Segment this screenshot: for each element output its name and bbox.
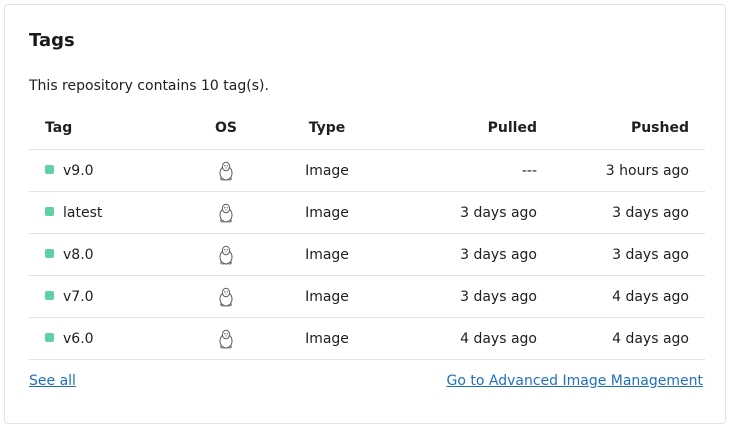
type-cell: Image [257,233,397,276]
pulled-cell: 4 days ago [397,317,537,360]
linux-penguin-icon [218,329,234,349]
tag-name[interactable]: v6.0 [63,331,94,347]
tags-panel: Tags This repository contains 10 tag(s).… [4,4,726,424]
type-cell: Image [257,191,397,234]
type-cell: Image [257,275,397,318]
table-row[interactable]: v8.0 Image 3 days ago 3 days ago [29,233,705,276]
os-cell [195,233,257,276]
linux-penguin-icon [218,161,234,181]
os-cell [195,191,257,234]
tag-status-indicator [45,248,54,258]
os-cell [195,317,257,360]
pushed-cell: 3 hours ago [537,149,705,192]
tag-status-indicator [45,290,54,300]
tag-cell[interactable]: v6.0 [29,317,195,360]
tag-cell[interactable]: latest [29,191,195,234]
os-cell [195,149,257,192]
linux-penguin-icon [218,287,234,307]
table-row[interactable]: v6.0 Image 4 days ago 4 days ago [29,317,705,360]
tag-cell[interactable]: v8.0 [29,233,195,276]
tags-table: Tag OS Type Pulled Pushed v9.0 Image --- 3 … [29,107,705,360]
column-header-tag: Tag [29,107,195,150]
tag-cell[interactable]: v9.0 [29,149,195,192]
pulled-cell: --- [397,149,537,192]
pushed-cell: 3 days ago [537,233,705,276]
tag-status-indicator [45,164,54,174]
type-cell: Image [257,149,397,192]
pushed-cell: 3 days ago [537,191,705,234]
advanced-image-management-link[interactable]: Go to Advanced Image Management [447,373,704,389]
tag-name[interactable]: v7.0 [63,289,94,305]
tag-status-indicator [45,332,54,342]
table-row[interactable]: v9.0 Image --- 3 hours ago [29,149,705,192]
column-header-type: Type [257,107,397,150]
linux-penguin-icon [218,245,234,265]
pushed-cell: 4 days ago [537,317,705,360]
tag-name[interactable]: v8.0 [63,247,94,263]
tag-status-indicator [45,206,54,216]
panel-title: Tags [29,30,75,51]
tag-name[interactable]: v9.0 [63,163,94,179]
table-row[interactable]: v7.0 Image 3 days ago 4 days ago [29,275,705,318]
os-cell [195,275,257,318]
type-cell: Image [257,317,397,360]
column-header-os: OS [195,107,257,150]
pulled-cell: 3 days ago [397,233,537,276]
column-header-pulled: Pulled [397,107,537,150]
table-row[interactable]: latest Image 3 days ago 3 days ago [29,191,705,234]
table-header-row: Tag OS Type Pulled Pushed [29,107,705,150]
column-header-pushed: Pushed [537,107,705,150]
linux-penguin-icon [218,203,234,223]
pulled-cell: 3 days ago [397,191,537,234]
tag-count-summary: This repository contains 10 tag(s). [29,78,269,94]
pulled-cell: 3 days ago [397,275,537,318]
tag-cell[interactable]: v7.0 [29,275,195,318]
pushed-cell: 4 days ago [537,275,705,318]
tag-name[interactable]: latest [63,205,102,221]
see-all-link[interactable]: See all [29,373,76,389]
